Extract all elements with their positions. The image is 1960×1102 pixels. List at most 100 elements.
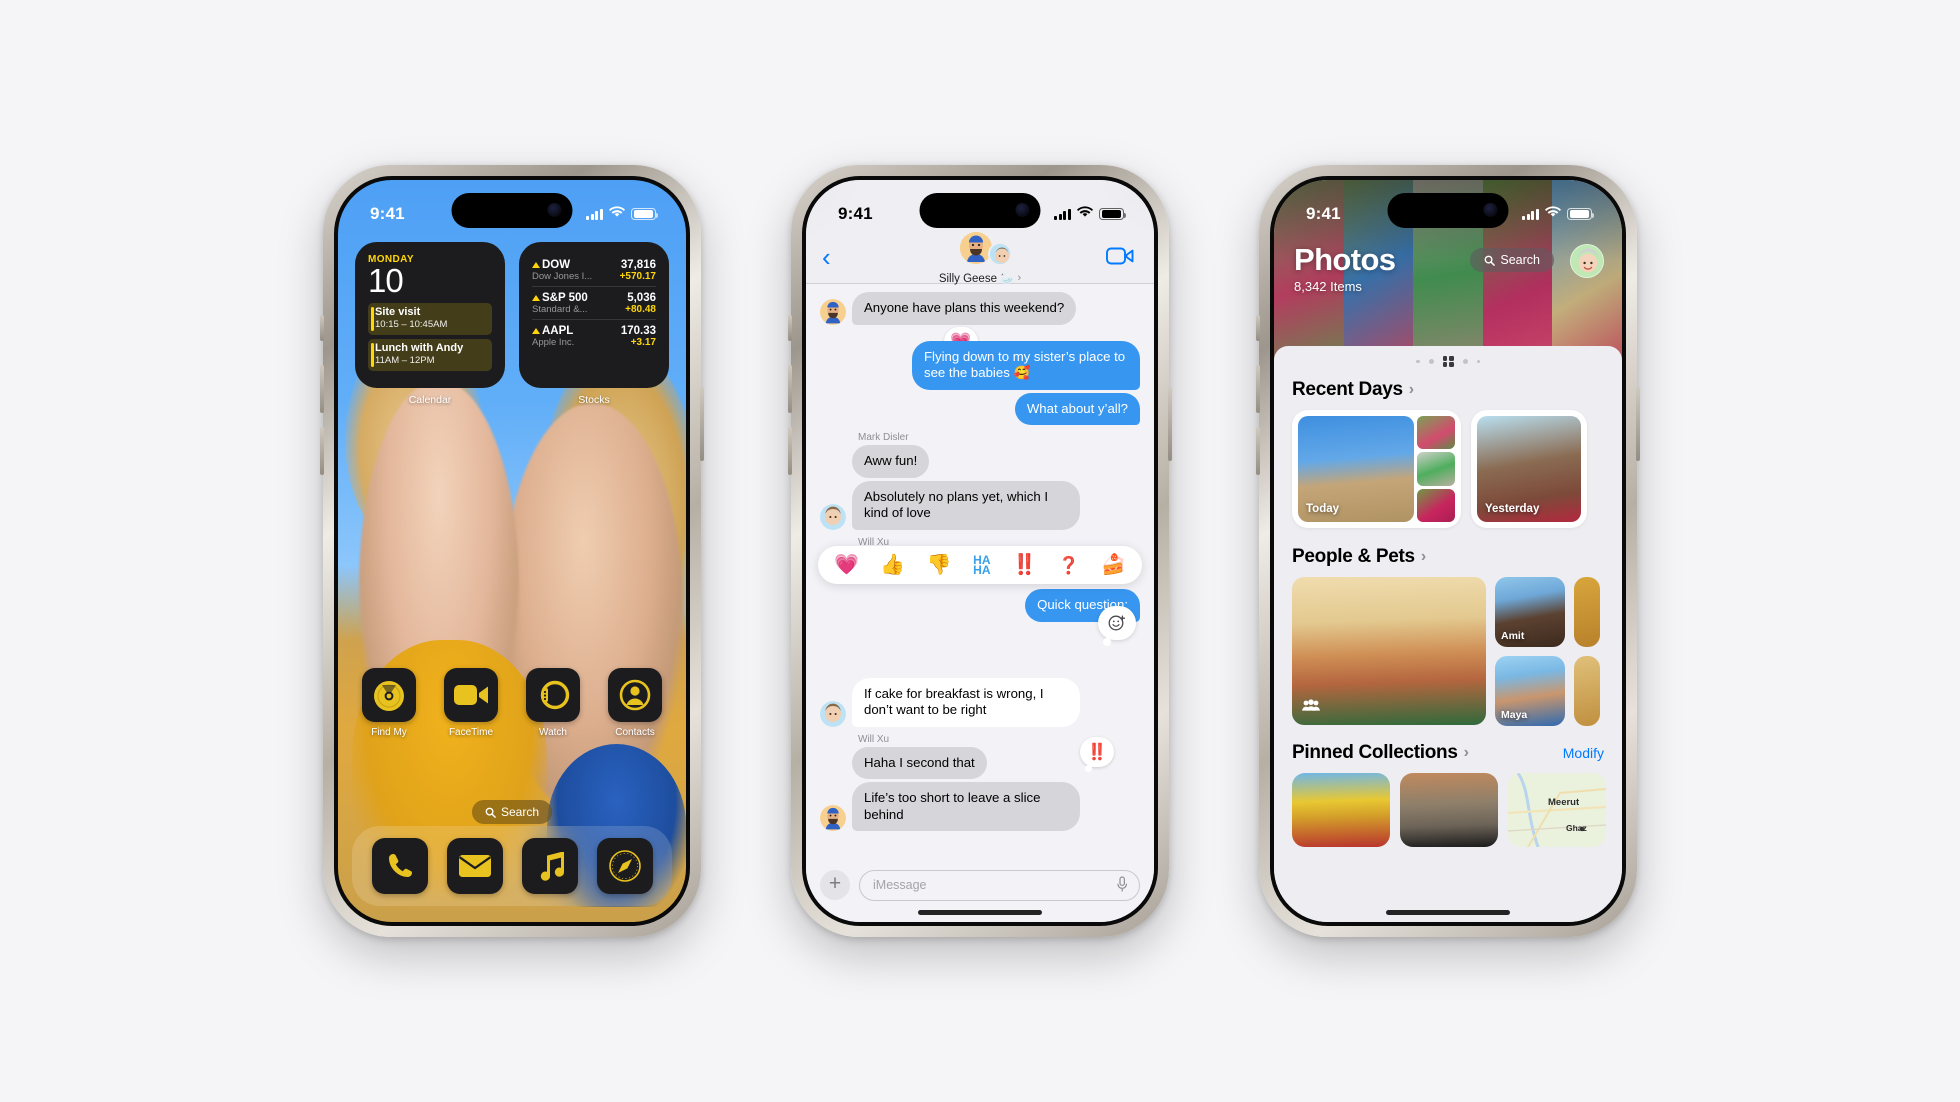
app-contacts[interactable]: Contacts <box>602 668 668 738</box>
volume-down-button[interactable] <box>788 427 792 475</box>
pinned-collection-map-tile[interactable]: Meerut Ghaz <box>1508 773 1606 847</box>
calendar-widget[interactable]: MONDAY 10 Site visit 10:15 – 10:45AM Lun… <box>355 242 505 406</box>
section-title[interactable]: Pinned Collections › <box>1292 742 1469 764</box>
person-tile[interactable] <box>1574 577 1600 647</box>
message-input[interactable]: iMessage <box>859 869 1140 901</box>
message-bubble[interactable]: If cake for breakfast is wrong, I don’t … <box>852 677 1080 727</box>
phone-icon[interactable] <box>371 838 428 894</box>
people-pets-carousel[interactable]: Amit Maya <box>1274 577 1622 742</box>
message-row: 💗 Flying down to my sister’s place to se… <box>820 326 1140 390</box>
recent-day-thumb[interactable] <box>1417 488 1455 522</box>
tapback-option-exclamation[interactable]: ‼️ <box>1012 555 1037 575</box>
recent-day-thumb[interactable] <box>1417 416 1455 450</box>
page-dot[interactable] <box>1476 359 1480 364</box>
page-indicator[interactable] <box>1274 356 1622 367</box>
page-dot[interactable] <box>1416 359 1420 364</box>
section-header-people-pets[interactable]: People & Pets › <box>1274 546 1622 568</box>
tapback-exclamation-icon[interactable]: ‼️ <box>1080 736 1114 772</box>
volume-down-button[interactable] <box>320 427 324 475</box>
recent-day-main-photo[interactable]: Today <box>1298 416 1414 522</box>
contacts-icon[interactable] <box>608 668 662 722</box>
chevron-right-icon[interactable]: › <box>1409 381 1414 399</box>
chevron-right-icon[interactable]: › <box>1421 548 1426 566</box>
add-reaction-icon[interactable] <box>1098 606 1136 646</box>
section-title[interactable]: People & Pets › <box>1292 546 1426 568</box>
plus-icon[interactable]: + <box>820 870 850 900</box>
power-button[interactable] <box>1636 387 1640 461</box>
section-header-recent-days[interactable]: Recent Days › <box>1274 379 1622 401</box>
chevron-right-icon[interactable]: › <box>1464 744 1469 762</box>
volume-down-button[interactable] <box>1256 427 1260 475</box>
mute-button[interactable] <box>320 315 324 341</box>
person-tile[interactable]: Amit <box>1495 577 1565 647</box>
section-header-pinned-collections[interactable]: Pinned Collections › Modify <box>1274 742 1622 764</box>
calendar-event[interactable]: Lunch with Andy 11AM – 12PM <box>368 339 492 371</box>
photos-search-button[interactable]: Search <box>1470 248 1554 272</box>
tapback-option-haha[interactable]: HA HA <box>973 554 990 576</box>
recent-day-card[interactable]: Yesterday <box>1471 410 1587 528</box>
conversation-title[interactable]: Silly Geese 🦢 › <box>939 271 1021 285</box>
home-indicator[interactable] <box>1386 910 1510 915</box>
message-bubble[interactable]: Aww fun! <box>852 445 930 478</box>
calendar-widget-card[interactable]: MONDAY 10 Site visit 10:15 – 10:45AM Lun… <box>355 242 505 388</box>
volume-up-button[interactable] <box>1256 365 1260 413</box>
grid-view-dot-icon[interactable] <box>1442 356 1454 367</box>
page-dot[interactable] <box>1462 359 1468 364</box>
mute-button[interactable] <box>1256 315 1260 341</box>
pinned-collection-tile[interactable] <box>1400 773 1498 847</box>
pinned-collections-row[interactable]: Meerut Ghaz <box>1274 773 1622 847</box>
pinned-collection-tile[interactable] <box>1292 773 1390 847</box>
tapback-option-thumbs-up[interactable]: 👍 <box>880 555 905 575</box>
microphone-icon[interactable] <box>1116 875 1128 895</box>
tapback-option-question[interactable]: ❓ <box>1058 557 1079 574</box>
message-bubble[interactable]: Absolutely no plans yet, which I kind of… <box>852 480 1080 530</box>
watch-icon[interactable] <box>526 668 580 722</box>
safari-icon[interactable] <box>596 838 653 894</box>
modify-button[interactable]: Modify <box>1563 745 1604 761</box>
section-title[interactable]: Recent Days › <box>1292 379 1414 401</box>
message-bubble[interactable]: Anyone have plans this weekend? <box>852 292 1077 325</box>
app-watch[interactable]: Watch <box>520 668 586 738</box>
power-button[interactable] <box>700 387 704 461</box>
page-dot[interactable] <box>1428 359 1434 364</box>
message-bubble[interactable]: Haha I second that <box>852 746 987 779</box>
photos-content-sheet[interactable]: Recent Days › Today Yesterday People & P… <box>1274 346 1622 922</box>
app-facetime[interactable]: FaceTime <box>438 668 504 738</box>
stock-row[interactable]: S&P 500 Standard &... 5,036 +80.48 <box>532 287 656 320</box>
mute-button[interactable] <box>788 315 792 341</box>
message-bubble[interactable]: What about y’all? <box>1014 392 1140 425</box>
power-button[interactable] <box>1168 387 1172 461</box>
music-icon[interactable] <box>521 838 578 894</box>
tapback-option-heart[interactable]: 💗 <box>834 555 859 575</box>
tapback-option-cake[interactable]: 🍰 <box>1101 555 1126 575</box>
recent-days-carousel[interactable]: Today Yesterday <box>1274 410 1622 546</box>
calendar-event[interactable]: Site visit 10:15 – 10:45AM <box>368 303 492 335</box>
volume-up-button[interactable] <box>320 365 324 413</box>
person-tile[interactable]: Maya <box>1495 656 1565 726</box>
stock-row[interactable]: AAPL Apple Inc. 170.33 +3.17 <box>532 320 656 352</box>
app-find-my[interactable]: Find My <box>356 668 422 738</box>
recent-day-main-photo[interactable]: Yesterday <box>1477 416 1581 522</box>
stocks-widget-card[interactable]: DOW Dow Jones I... 37,816 +570.17 S&P 50… <box>519 242 669 388</box>
volume-up-button[interactable] <box>788 365 792 413</box>
mail-icon[interactable] <box>446 838 503 894</box>
home-search-button[interactable]: Search <box>471 800 553 824</box>
message-thread[interactable]: Anyone have plans this weekend? 💗 Flying… <box>806 284 1154 860</box>
conversation-title-group[interactable]: Silly Geese 🦢 › <box>806 230 1154 287</box>
person-tile[interactable] <box>1574 656 1600 726</box>
message-bubble[interactable]: Flying down to my sister’s place to see … <box>912 340 1140 390</box>
facetime-icon[interactable] <box>444 668 498 722</box>
tapback-picker[interactable]: 💗 👍 👎 HA HA ‼️ ❓ 🍰 <box>818 546 1142 584</box>
message-bubble[interactable]: Life’s too short to leave a slice behind <box>852 782 1080 831</box>
tapback-option-thumbs-down[interactable]: 👎 <box>927 555 952 575</box>
recent-day-thumb[interactable] <box>1417 452 1455 486</box>
home-indicator[interactable] <box>918 910 1042 915</box>
video-camera-icon[interactable] <box>1106 246 1134 271</box>
find-my-icon[interactable] <box>362 668 416 722</box>
people-group-photo[interactable] <box>1292 577 1486 725</box>
stock-row[interactable]: DOW Dow Jones I... 37,816 +570.17 <box>532 254 656 287</box>
chevron-right-icon[interactable]: › <box>1018 272 1022 284</box>
avatar[interactable] <box>1570 244 1604 278</box>
recent-day-card[interactable]: Today <box>1292 410 1461 528</box>
stocks-widget[interactable]: DOW Dow Jones I... 37,816 +570.17 S&P 50… <box>519 242 669 406</box>
